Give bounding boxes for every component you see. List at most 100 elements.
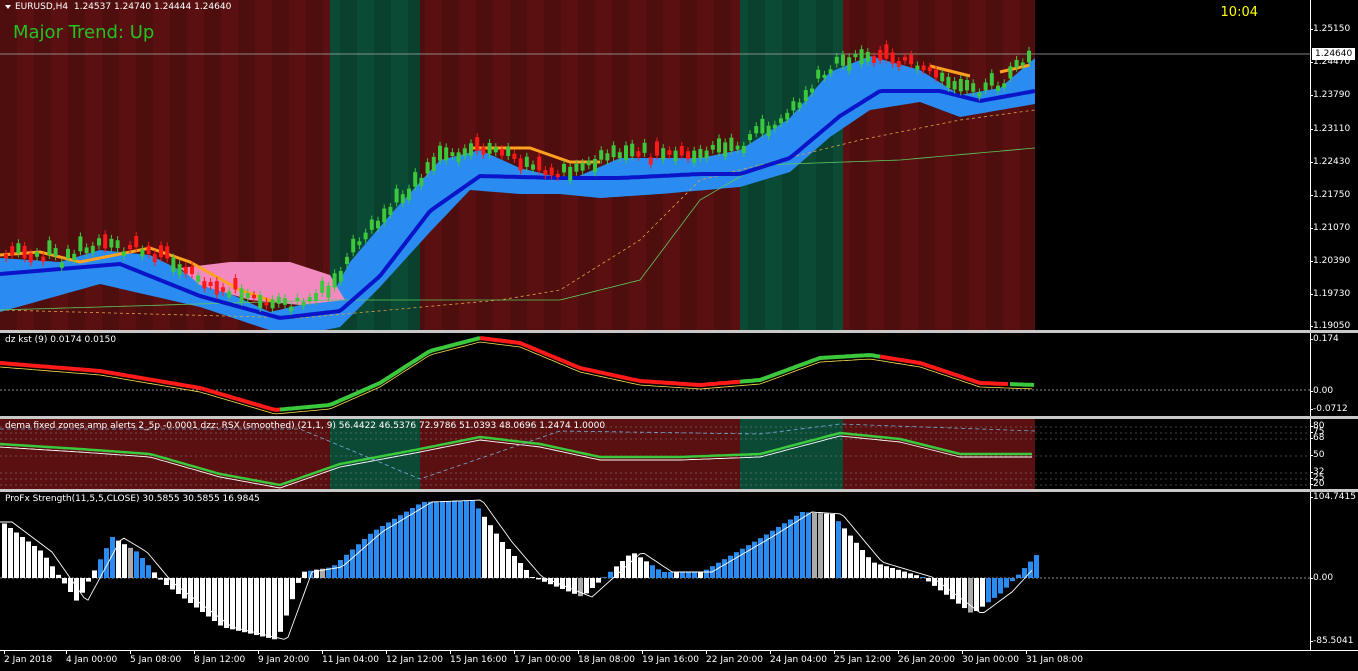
strength-bar bbox=[242, 578, 247, 633]
candle-body bbox=[382, 208, 387, 223]
candle-body bbox=[171, 257, 176, 272]
strength-bar bbox=[1034, 555, 1039, 578]
strength-bar bbox=[482, 516, 487, 578]
strength-bar bbox=[452, 500, 457, 578]
strength-bar bbox=[278, 578, 283, 632]
candle-body bbox=[915, 65, 920, 70]
candle-body bbox=[903, 56, 907, 61]
strength-bar bbox=[644, 561, 649, 578]
candle-body bbox=[493, 147, 498, 153]
strength-bar bbox=[902, 571, 907, 578]
main-chart-panel[interactable]: EURUSD,H4 1.24537 1.24740 1.24444 1.2464… bbox=[0, 0, 1310, 330]
strength-bar bbox=[950, 578, 955, 600]
profx-header: ProFx Strength(11,5,5,CLOSE) 30.5855 30.… bbox=[5, 494, 260, 504]
chart-header: EURUSD,H4 1.24537 1.24740 1.24444 1.2464… bbox=[5, 2, 231, 12]
candle-body bbox=[146, 245, 151, 254]
candle-body bbox=[927, 66, 932, 72]
candle-body bbox=[717, 138, 721, 153]
candle-body bbox=[115, 240, 120, 249]
candle-body bbox=[252, 294, 256, 299]
price-tick: 1.25150 bbox=[1309, 24, 1351, 34]
profx-panel[interactable]: ProFx Strength(11,5,5,CLOSE) 30.5855 30.… bbox=[0, 492, 1310, 650]
candle-body bbox=[940, 72, 945, 82]
candle-body bbox=[512, 153, 517, 159]
strength-bar bbox=[428, 501, 433, 578]
candle-body bbox=[500, 148, 504, 156]
strength-bar bbox=[362, 539, 367, 578]
candle-body bbox=[828, 69, 833, 74]
strength-bar bbox=[698, 572, 703, 578]
candle-body bbox=[989, 73, 994, 86]
candle-body bbox=[97, 238, 101, 246]
strength-bar bbox=[164, 578, 169, 585]
candle-body bbox=[177, 264, 182, 275]
kst-axis[interactable]: 0.174 0.00 -0.0712 bbox=[1309, 333, 1358, 416]
rsx-panel[interactable]: dema fixed zones amp alerts 2_5p -0.0001… bbox=[0, 419, 1310, 489]
strength-bar bbox=[986, 578, 991, 603]
strength-bar bbox=[488, 525, 493, 578]
candle-body bbox=[407, 188, 411, 200]
candle-body bbox=[78, 236, 83, 252]
candle-body bbox=[896, 61, 901, 67]
price-chart[interactable] bbox=[0, 0, 1310, 330]
kst-header: dz kst (9) 0.0174 0.0150 bbox=[5, 335, 117, 345]
candle-body bbox=[475, 137, 480, 151]
candle-body bbox=[518, 158, 523, 171]
candle-body bbox=[456, 152, 461, 162]
candle-body bbox=[754, 126, 759, 134]
strength-bar bbox=[8, 528, 13, 578]
strength-bar bbox=[536, 578, 541, 580]
candle-body bbox=[140, 249, 145, 257]
strength-bar bbox=[80, 578, 85, 593]
strength-bar bbox=[956, 578, 961, 604]
rsx-axis[interactable]: 80 75 68 50 32 25 20 bbox=[1309, 419, 1358, 489]
candle-body bbox=[450, 152, 455, 157]
strength-bar bbox=[590, 578, 595, 588]
candle-body bbox=[444, 147, 449, 161]
zone-stripe bbox=[986, 0, 1003, 330]
candle-body bbox=[537, 156, 542, 171]
candle-body bbox=[531, 164, 535, 170]
time-tick: 18 Jan 08:00 bbox=[578, 650, 635, 665]
kst-signal-line bbox=[0, 341, 1033, 415]
candle-body bbox=[28, 253, 33, 263]
candle-body bbox=[270, 299, 275, 309]
candle-body bbox=[965, 79, 969, 91]
candle-body bbox=[568, 166, 573, 181]
time-tick: 25 Jan 12:00 bbox=[834, 650, 891, 665]
candle-body bbox=[692, 150, 697, 163]
strength-bar bbox=[806, 512, 811, 578]
strength-bar bbox=[662, 572, 667, 578]
candle-body bbox=[847, 57, 852, 71]
candle-body bbox=[4, 253, 8, 259]
menu-arrow-icon[interactable] bbox=[5, 4, 11, 9]
profx-axis[interactable]: 104.7415 0.00 -85.5041 bbox=[1309, 492, 1358, 650]
candle-body bbox=[667, 150, 672, 155]
candle-body bbox=[134, 236, 139, 248]
candle-body bbox=[506, 146, 511, 156]
profx-tick: 104.7415 bbox=[1310, 492, 1356, 502]
strength-bar bbox=[602, 577, 607, 578]
strength-bar bbox=[584, 578, 589, 594]
strength-bar bbox=[872, 562, 877, 578]
rsx-tick: 50 bbox=[1309, 450, 1325, 460]
strength-bar bbox=[914, 575, 919, 578]
candle-body bbox=[698, 148, 703, 159]
candle-body bbox=[642, 142, 647, 153]
strength-bar bbox=[926, 578, 931, 582]
candle-body bbox=[183, 266, 188, 274]
strength-bar bbox=[638, 557, 643, 578]
time-tick: 22 Jan 20:00 bbox=[706, 650, 763, 665]
kst-panel[interactable]: dz kst (9) 0.0174 0.0150 bbox=[0, 333, 1310, 416]
candle-body bbox=[35, 251, 39, 257]
time-tick: 12 Jan 12:00 bbox=[386, 650, 443, 665]
candle-body bbox=[779, 118, 783, 124]
strength-bar bbox=[686, 572, 691, 578]
ohlc-values: 1.24537 1.24740 1.24444 1.24640 bbox=[73, 2, 232, 12]
time-axis[interactable]: 2 Jan 2018 4 Jan 00:00 5 Jan 08:00 8 Jan… bbox=[0, 650, 1358, 671]
profx-chart[interactable] bbox=[0, 492, 1310, 650]
strength-bar bbox=[812, 512, 817, 578]
time-tick: 26 Jan 20:00 bbox=[898, 650, 955, 665]
kst-chart[interactable] bbox=[0, 333, 1310, 416]
candle-body bbox=[1014, 59, 1019, 68]
